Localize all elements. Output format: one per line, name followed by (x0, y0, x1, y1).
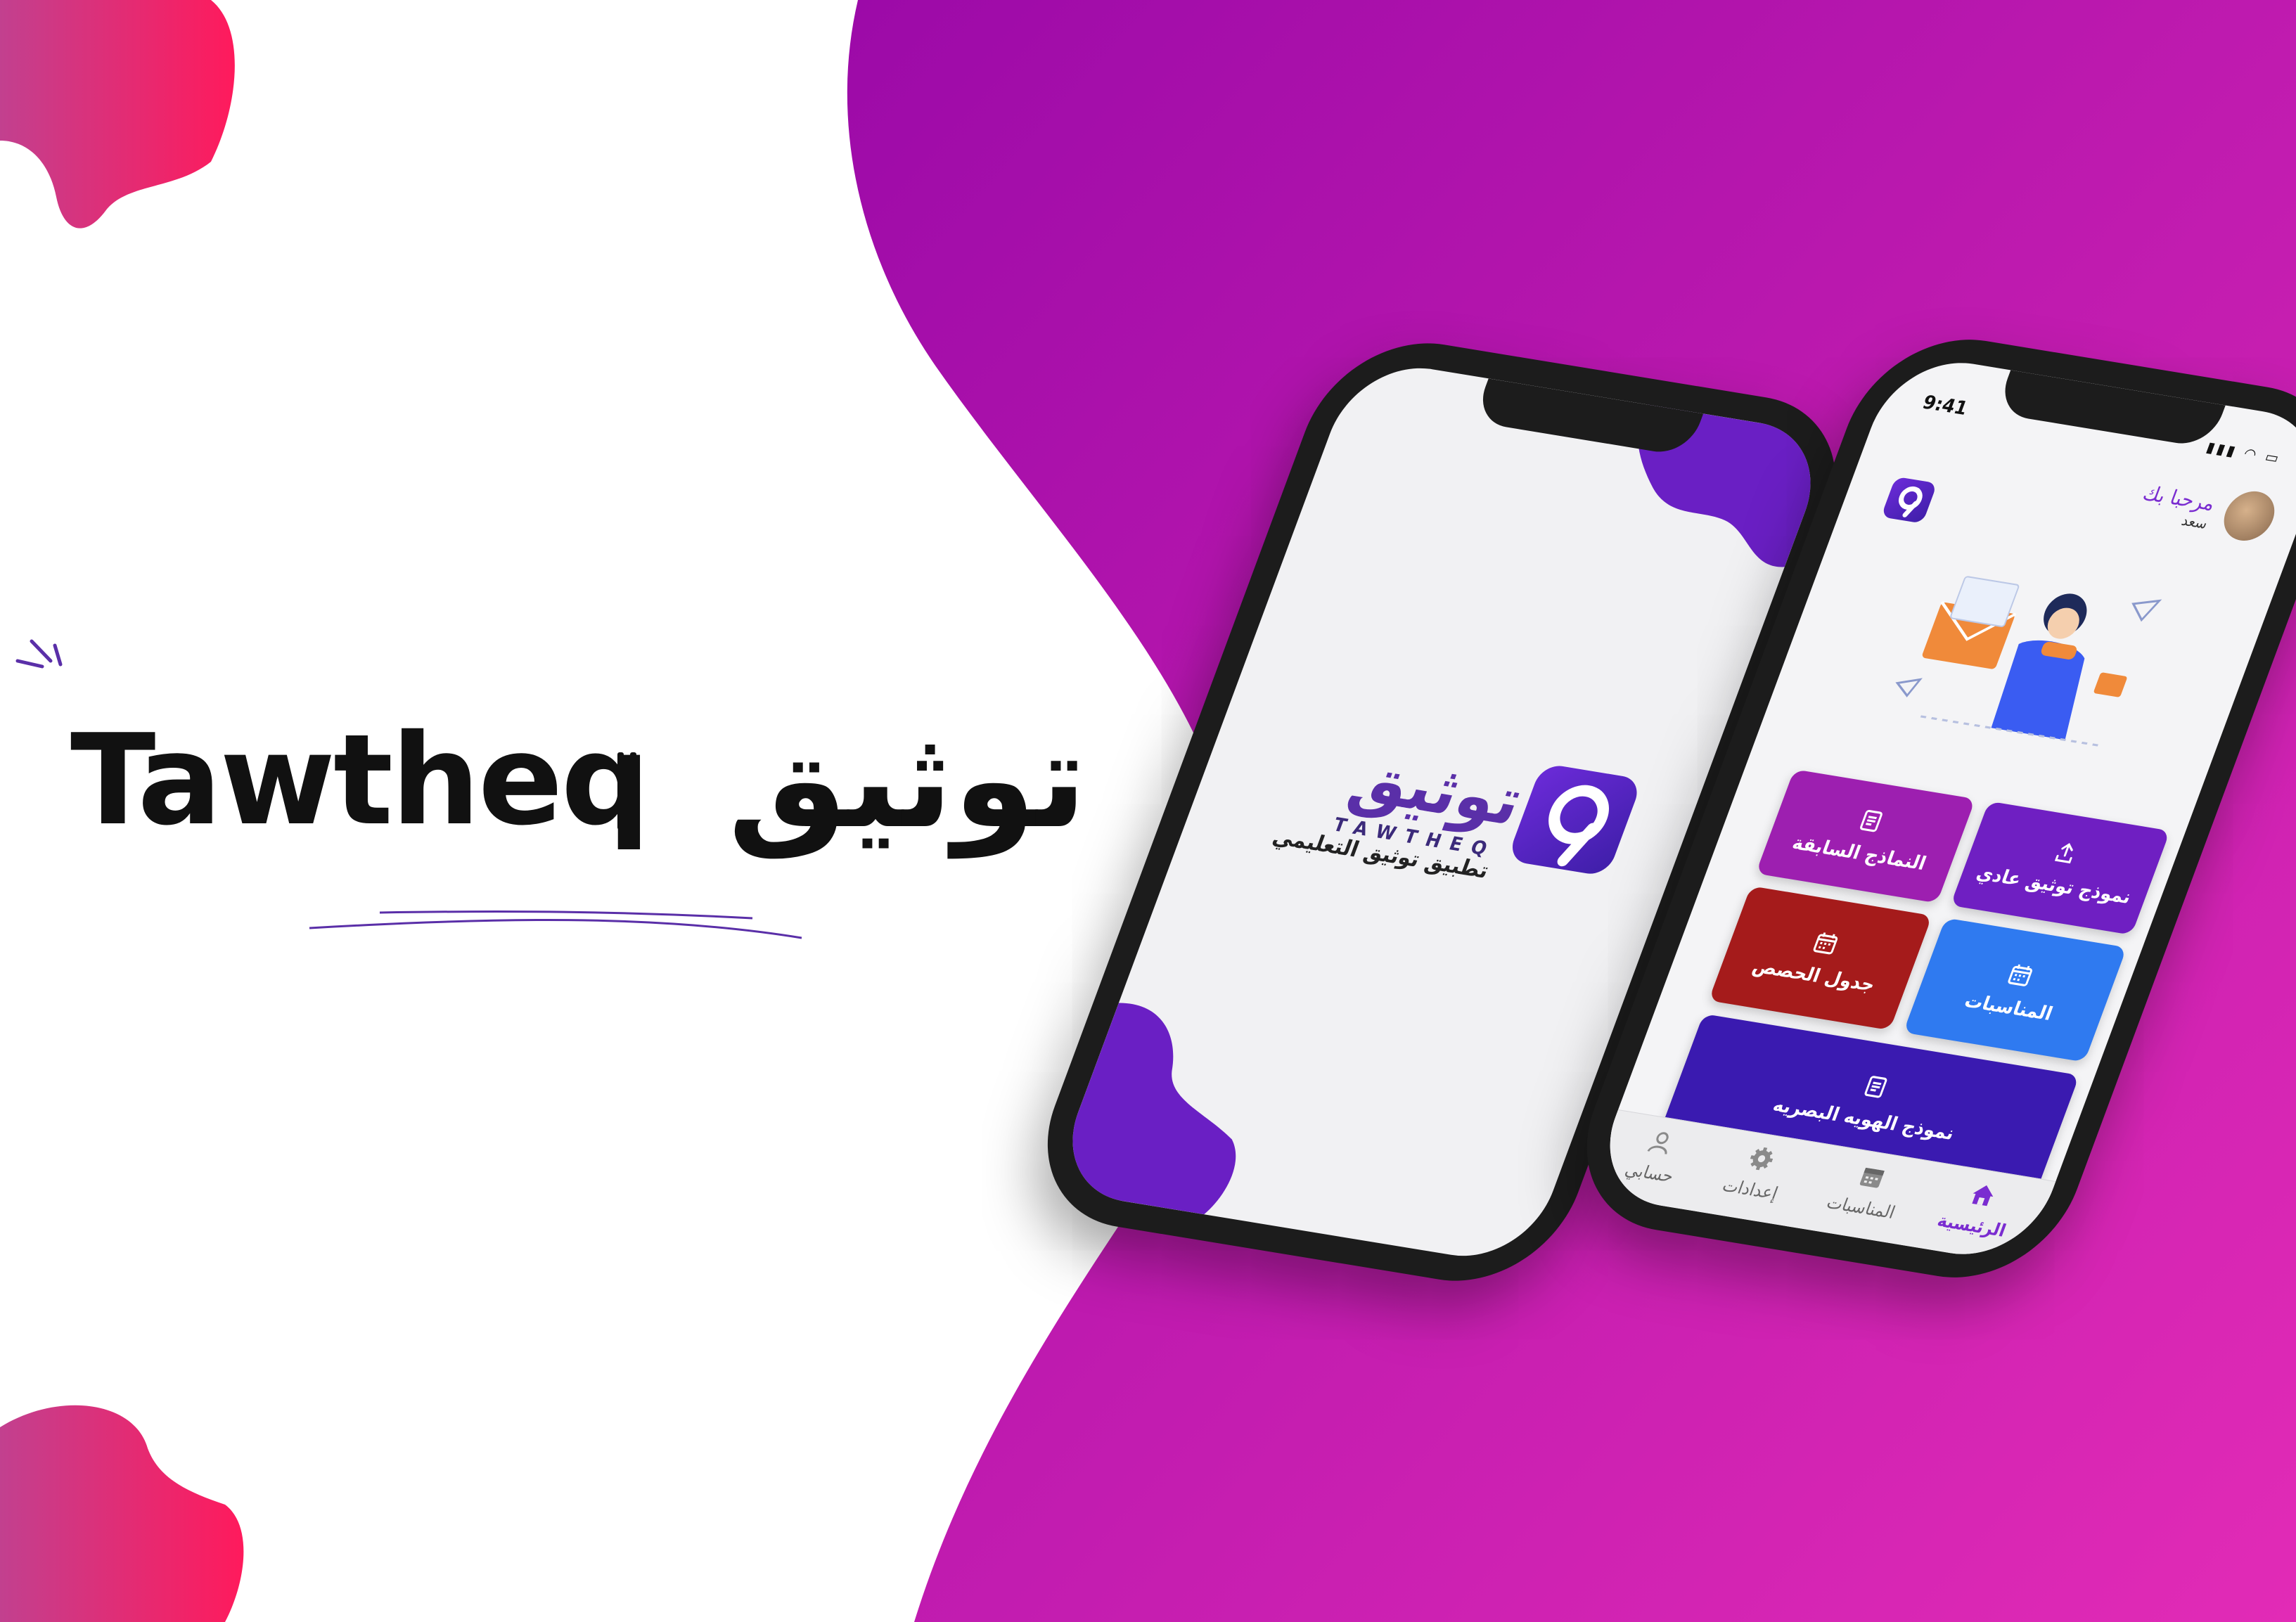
tile-label: نموذج الهويه البصريه (1770, 1094, 1958, 1145)
tab-label: المناسبات (1823, 1192, 1899, 1223)
phone-notch (1994, 370, 2226, 449)
app-logo-icon (1880, 476, 1938, 524)
upload-icon (2054, 843, 2073, 864)
tab-home[interactable]: الرئيسية (1918, 1173, 2039, 1244)
top-left-blob (0, 0, 235, 229)
calendar-icon (1813, 932, 1838, 954)
tab-label: حسابي (1622, 1159, 1677, 1187)
document-icon (1864, 1075, 1887, 1098)
avatar[interactable] (2217, 487, 2282, 544)
tile-standard-form[interactable]: نموذج توثيق عادي (1950, 801, 2171, 935)
underline-scribble (309, 910, 802, 939)
tab-settings[interactable]: إعدادات (1696, 1137, 1817, 1208)
brand-heading: توثيق Tawtheq (70, 675, 1087, 886)
tile-label: النماذج السابقة (1789, 832, 1930, 875)
tile-previous-forms[interactable]: النماذج السابقة (1755, 769, 1976, 903)
home-icon (1972, 1185, 1994, 1206)
calendar-icon (1859, 1167, 1885, 1188)
status-icons: ▮▮▮ ◠ ▭ (2204, 438, 2285, 468)
tile-occasions[interactable]: المناسبات (1903, 918, 2127, 1062)
brand-english-name: Tawtheq (70, 707, 650, 853)
status-time: 9:41 (1919, 392, 1971, 420)
greeting-block: مرحبا بك سعد (2134, 481, 2219, 532)
tab-label: الرئيسية (1935, 1210, 2009, 1241)
gear-icon (1750, 1147, 1774, 1171)
bottom-left-blob (0, 1405, 244, 1622)
user-icon (1647, 1132, 1669, 1154)
promo-stage: توثيق Tawtheq توثيق TAWTHEQ تطبيق توثيق … (0, 0, 2296, 1622)
tile-label: نموذج توثيق عادي (1973, 862, 2134, 909)
tab-label: إعدادات (1719, 1175, 1781, 1204)
tile-label: المناسبات (1961, 989, 2056, 1025)
document-icon (1860, 809, 1883, 832)
sparkle-marks (15, 639, 63, 669)
tile-label: جدول الحصص (1750, 955, 1878, 996)
tile-class-schedule[interactable]: جدول الحصص (1708, 886, 1932, 1031)
tab-occasions[interactable]: المناسبات (1807, 1154, 1928, 1225)
brand-arabic-name: توثيق (728, 702, 1087, 858)
tab-account[interactable]: حسابي (1596, 1120, 1717, 1191)
illustration-person-envelope (1895, 576, 2162, 747)
calendar-icon (2008, 964, 2033, 986)
